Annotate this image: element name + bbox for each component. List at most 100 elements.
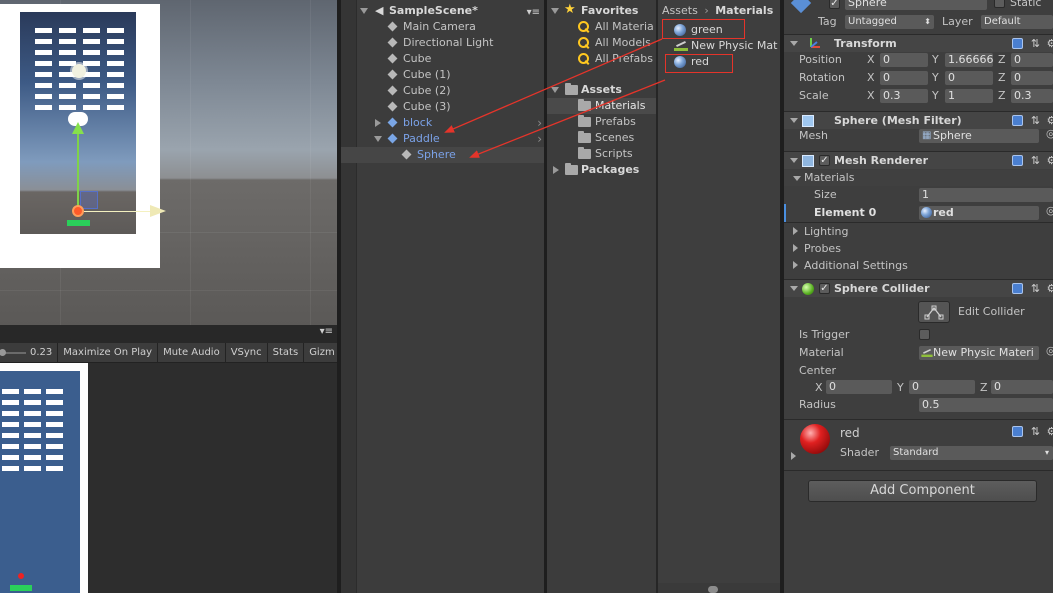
scale-z-field[interactable]: 0.3 bbox=[1011, 89, 1053, 103]
gear-icon[interactable]: ⚙ bbox=[1046, 155, 1053, 166]
component-enabled-checkbox[interactable]: ✓ bbox=[819, 155, 830, 166]
breadcrumb-materials[interactable]: Materials bbox=[715, 4, 773, 17]
layer-dropdown[interactable]: Default bbox=[981, 15, 1053, 29]
tag-dropdown[interactable]: Untagged ⬍ bbox=[845, 15, 934, 29]
fold-closed-icon[interactable] bbox=[793, 244, 798, 252]
chevron-right-icon[interactable]: › bbox=[537, 131, 542, 147]
object-picker-icon[interactable]: ◎ bbox=[1046, 344, 1053, 357]
edit-collider-button[interactable] bbox=[918, 301, 950, 323]
fold-closed-icon[interactable] bbox=[793, 227, 798, 235]
object-picker-icon[interactable]: ◎ bbox=[1046, 204, 1053, 217]
hierarchy-item-cube-2[interactable]: Cube (2) bbox=[387, 83, 544, 99]
help-book-icon[interactable] bbox=[1012, 283, 1023, 294]
preset-sliders-icon[interactable]: ⇅ bbox=[1030, 283, 1041, 294]
fold-closed-icon[interactable] bbox=[553, 166, 559, 174]
preset-sliders-icon[interactable]: ⇅ bbox=[1030, 426, 1041, 437]
folder-materials[interactable]: Materials bbox=[578, 98, 656, 114]
hierarchy-item-cube-1[interactable]: Cube (1) bbox=[387, 67, 544, 83]
favorite-all-materials[interactable]: All Materia bbox=[578, 19, 656, 35]
materials-foldout[interactable]: Materials bbox=[784, 170, 1053, 186]
collider-material-field[interactable]: New Physic Materi bbox=[919, 346, 1039, 360]
scale-control[interactable]: 0.23 bbox=[0, 342, 59, 363]
position-x-field[interactable]: 0 bbox=[880, 53, 928, 67]
static-checkbox[interactable] bbox=[994, 0, 1005, 8]
asset-new-physic-material[interactable]: New Physic Mat bbox=[674, 38, 780, 54]
gizmos-dropdown[interactable]: Gizm bbox=[304, 343, 340, 363]
fold-open-icon[interactable] bbox=[790, 41, 798, 46]
additional-settings-foldout[interactable]: Additional Settings bbox=[784, 258, 1053, 274]
scene-header-row[interactable]: ◀ SampleScene* ▾≡ bbox=[359, 3, 544, 19]
folder-prefabs[interactable]: Prefabs bbox=[578, 114, 656, 130]
fold-open-icon[interactable] bbox=[790, 118, 798, 123]
hierarchy-item-cube[interactable]: Cube bbox=[387, 51, 544, 67]
component-enabled-checkbox[interactable]: ✓ bbox=[819, 283, 830, 294]
hierarchy-item-sphere[interactable]: Sphere bbox=[401, 147, 544, 163]
preset-sliders-icon[interactable]: ⇅ bbox=[1030, 155, 1041, 166]
center-y-field[interactable]: 0 bbox=[909, 380, 975, 394]
y-axis-handle[interactable] bbox=[77, 130, 79, 210]
scale-slider[interactable] bbox=[0, 348, 26, 356]
mesh-filter-header[interactable]: Sphere (Mesh Filter) ⇅ ⚙ bbox=[784, 111, 1053, 129]
mesh-renderer-header[interactable]: ✓ Mesh Renderer ⇅ ⚙ bbox=[784, 151, 1053, 169]
position-y-field[interactable]: 1.66666 bbox=[945, 53, 993, 67]
game-view[interactable] bbox=[0, 363, 337, 593]
mute-audio-toggle[interactable]: Mute Audio bbox=[158, 342, 226, 363]
folder-scripts[interactable]: Scripts bbox=[578, 146, 656, 162]
preset-sliders-icon[interactable]: ⇅ bbox=[1030, 38, 1041, 49]
assets-header[interactable]: Assets bbox=[551, 82, 656, 98]
gear-icon[interactable]: ⚙ bbox=[1046, 38, 1053, 49]
object-name-field[interactable]: Sphere bbox=[845, 0, 987, 10]
favorite-all-models[interactable]: All Models bbox=[578, 35, 656, 51]
fold-open-icon[interactable] bbox=[374, 136, 382, 142]
gear-icon[interactable]: ⚙ bbox=[1046, 283, 1053, 294]
gear-icon[interactable]: ⚙ bbox=[1046, 115, 1053, 126]
x-axis-handle[interactable] bbox=[80, 211, 150, 212]
shader-dropdown[interactable]: Standard ▾ bbox=[890, 446, 1053, 460]
preset-sliders-icon[interactable]: ⇅ bbox=[1030, 115, 1041, 126]
hierarchy-item-paddle[interactable]: Paddle › bbox=[374, 131, 544, 147]
help-book-icon[interactable] bbox=[1012, 155, 1023, 166]
stats-toggle[interactable]: Stats bbox=[268, 342, 305, 363]
lighting-foldout[interactable]: Lighting bbox=[784, 224, 1053, 240]
rotation-y-field[interactable]: 0 bbox=[945, 71, 993, 85]
scale-x-field[interactable]: 0.3 bbox=[880, 89, 928, 103]
fold-open-icon[interactable] bbox=[551, 87, 559, 93]
sphere-collider-header[interactable]: ✓ Sphere Collider ⇅ ⚙ bbox=[784, 279, 1053, 297]
paddle-object[interactable] bbox=[67, 220, 90, 226]
fold-open-icon[interactable] bbox=[790, 158, 798, 163]
center-z-field[interactable]: 0 bbox=[991, 380, 1053, 394]
fold-closed-icon[interactable] bbox=[791, 452, 796, 460]
radius-field[interactable]: 0.5 bbox=[919, 398, 1053, 412]
materials-size-field[interactable]: 1 bbox=[919, 188, 1053, 202]
folder-scenes[interactable]: Scenes bbox=[578, 130, 656, 146]
hierarchy-item-main-camera[interactable]: Main Camera bbox=[387, 19, 544, 35]
element0-material-field[interactable]: red bbox=[919, 206, 1039, 220]
transform-header[interactable]: Transform ⇅ ⚙ bbox=[784, 34, 1053, 52]
chevron-right-icon[interactable]: › bbox=[537, 115, 542, 131]
maximize-on-play-toggle[interactable]: Maximize On Play bbox=[58, 342, 159, 363]
is-trigger-checkbox[interactable] bbox=[919, 329, 930, 340]
zoom-slider-thumb[interactable] bbox=[708, 586, 718, 593]
scene-view[interactable] bbox=[0, 0, 337, 325]
hierarchy-item-block[interactable]: block › bbox=[374, 115, 544, 131]
center-x-field[interactable]: 0 bbox=[826, 380, 892, 394]
favorite-all-prefabs[interactable]: All Prefabs bbox=[578, 51, 656, 67]
fold-closed-icon[interactable] bbox=[793, 261, 798, 269]
gear-icon[interactable]: ⚙ bbox=[1046, 426, 1053, 437]
breadcrumb-assets[interactable]: Assets bbox=[662, 4, 698, 17]
panel-menu-icon[interactable]: ▾≡ bbox=[320, 326, 333, 337]
rotation-x-field[interactable]: 0 bbox=[880, 71, 928, 85]
rotation-z-field[interactable]: 0 bbox=[1011, 71, 1053, 85]
packages-header[interactable]: Packages bbox=[551, 162, 656, 178]
fold-open-icon[interactable] bbox=[790, 286, 798, 291]
light-gizmo-icon[interactable] bbox=[72, 64, 86, 78]
hierarchy-item-cube-3[interactable]: Cube (3) bbox=[387, 99, 544, 115]
object-picker-icon[interactable]: ◎ bbox=[1046, 127, 1053, 140]
hierarchy-item-directional-light[interactable]: Directional Light bbox=[387, 35, 544, 51]
mesh-object-field[interactable]: ▦ Sphere bbox=[919, 129, 1039, 143]
fold-open-icon[interactable] bbox=[360, 8, 368, 14]
position-z-field[interactable]: 0 bbox=[1011, 53, 1053, 67]
vsync-toggle[interactable]: VSync bbox=[226, 342, 268, 363]
x-axis-arrow-icon[interactable] bbox=[150, 205, 166, 217]
add-component-button[interactable]: Add Component bbox=[808, 480, 1037, 502]
